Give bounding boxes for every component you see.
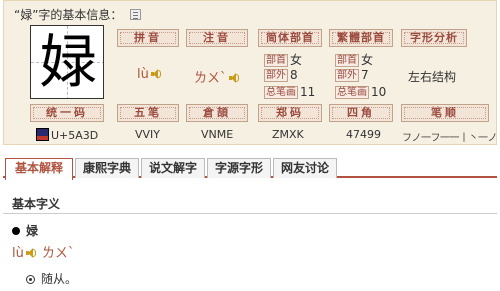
cangjie-value: VNME	[201, 128, 234, 141]
doc-icon[interactable]	[130, 9, 142, 20]
unicode-text: U+5A3D	[51, 129, 99, 142]
section-title: 基本字义	[12, 197, 61, 211]
tab-kangxi-dictionary[interactable]: 康熙字典	[75, 158, 139, 178]
simp-radical-value: 女	[290, 53, 303, 67]
label-stroke-order: 笔顺	[401, 104, 489, 122]
trad-total-row: 总笔画 10	[335, 85, 386, 99]
label-structure: 字形分析	[401, 29, 467, 47]
tab-character-origin[interactable]: 字源字形	[207, 158, 271, 178]
tag-total-strokes: 总笔画	[264, 86, 298, 99]
simp-total-row: 总笔画 11	[264, 85, 315, 99]
label-simplified-radical: 简体部首	[258, 29, 322, 47]
definition-text: 随从。	[41, 272, 78, 286]
label-unicode: 统一码	[30, 104, 104, 122]
tag-outer-strokes: 部外	[335, 69, 359, 82]
character-display: 娽	[30, 25, 104, 99]
unicode-value: U+5A3D	[36, 128, 98, 142]
pinyin-value: lù	[137, 67, 161, 82]
entry-pinyin: lù	[12, 246, 24, 261]
unicode-logo-icon	[36, 128, 49, 141]
label-cangjie: 倉頡	[186, 104, 248, 122]
speaker-icon[interactable]	[150, 69, 161, 79]
trad-outer-value: 7	[361, 68, 369, 82]
label-zhengma: 郑码	[258, 104, 322, 122]
info-title: “娽”字的基本信息：	[14, 6, 142, 23]
bullet-icon	[12, 227, 20, 235]
tag-outer-strokes: 部外	[264, 69, 288, 82]
structure-value: 左右结构	[408, 70, 457, 84]
basic-info-panel: “娽”字的基本信息： 娽 拼音 注音 简体部首 繁體部首 字形分析 lù ㄌㄨˋ…	[3, 0, 500, 145]
tag-radical: 部首	[264, 54, 288, 67]
speaker-icon[interactable]	[228, 73, 239, 83]
trad-outer-row: 部外 7	[335, 68, 369, 82]
entry-zhuyin: ㄌㄨˋ	[41, 246, 75, 261]
trad-radical-value: 女	[361, 53, 374, 67]
entry-pronunciation: lù ㄌㄨˋ	[12, 242, 74, 261]
trad-radical-row: 部首女	[335, 51, 373, 68]
zhuyin-text: ㄌㄨˋ	[194, 71, 227, 86]
section-divider	[3, 213, 497, 214]
tag-radical: 部首	[335, 54, 359, 67]
circle-bullet-icon	[26, 275, 35, 284]
tab-user-discussion[interactable]: 网友讨论	[273, 158, 337, 178]
simp-radical-row: 部首女	[264, 51, 302, 68]
definition-item: 随从。	[26, 270, 77, 287]
entry-character: 娽	[26, 224, 39, 238]
tag-total-strokes: 总笔画	[335, 86, 369, 99]
speaker-icon[interactable]	[25, 248, 36, 258]
wubi-value: VVIY	[135, 128, 161, 141]
pinyin-text: lù	[137, 67, 149, 82]
sijiao-value: 47499	[346, 128, 381, 141]
simp-outer-value: 8	[290, 68, 298, 82]
label-pinyin: 拼音	[117, 29, 179, 47]
tab-shuowen-jiezi[interactable]: 说文解字	[141, 158, 205, 178]
trad-total-value: 10	[371, 85, 387, 99]
label-sijiao: 四角	[329, 104, 393, 122]
simp-outer-row: 部外 8	[264, 68, 298, 82]
tab-basic-explanation[interactable]: 基本解释	[5, 158, 73, 180]
explanation-tabs: 基本解释 康熙字典 说文解字 字源字形 网友讨论	[3, 158, 497, 180]
label-traditional-radical: 繁體部首	[329, 29, 393, 47]
zhuyin-value: ㄌㄨˋ	[194, 67, 239, 86]
stroke-order-value: フノ一フ一一丨丶一ノ丶	[402, 133, 500, 144]
character-glyph: 娽	[38, 28, 97, 96]
info-title-text: “娽”字的基本信息：	[14, 8, 123, 22]
simp-total-value: 11	[300, 85, 316, 99]
zhengma-value: ZMXK	[272, 128, 304, 141]
label-zhuyin: 注音	[186, 29, 248, 47]
label-wubi: 五笔	[117, 104, 179, 122]
entry-heading: 娽	[12, 222, 38, 239]
